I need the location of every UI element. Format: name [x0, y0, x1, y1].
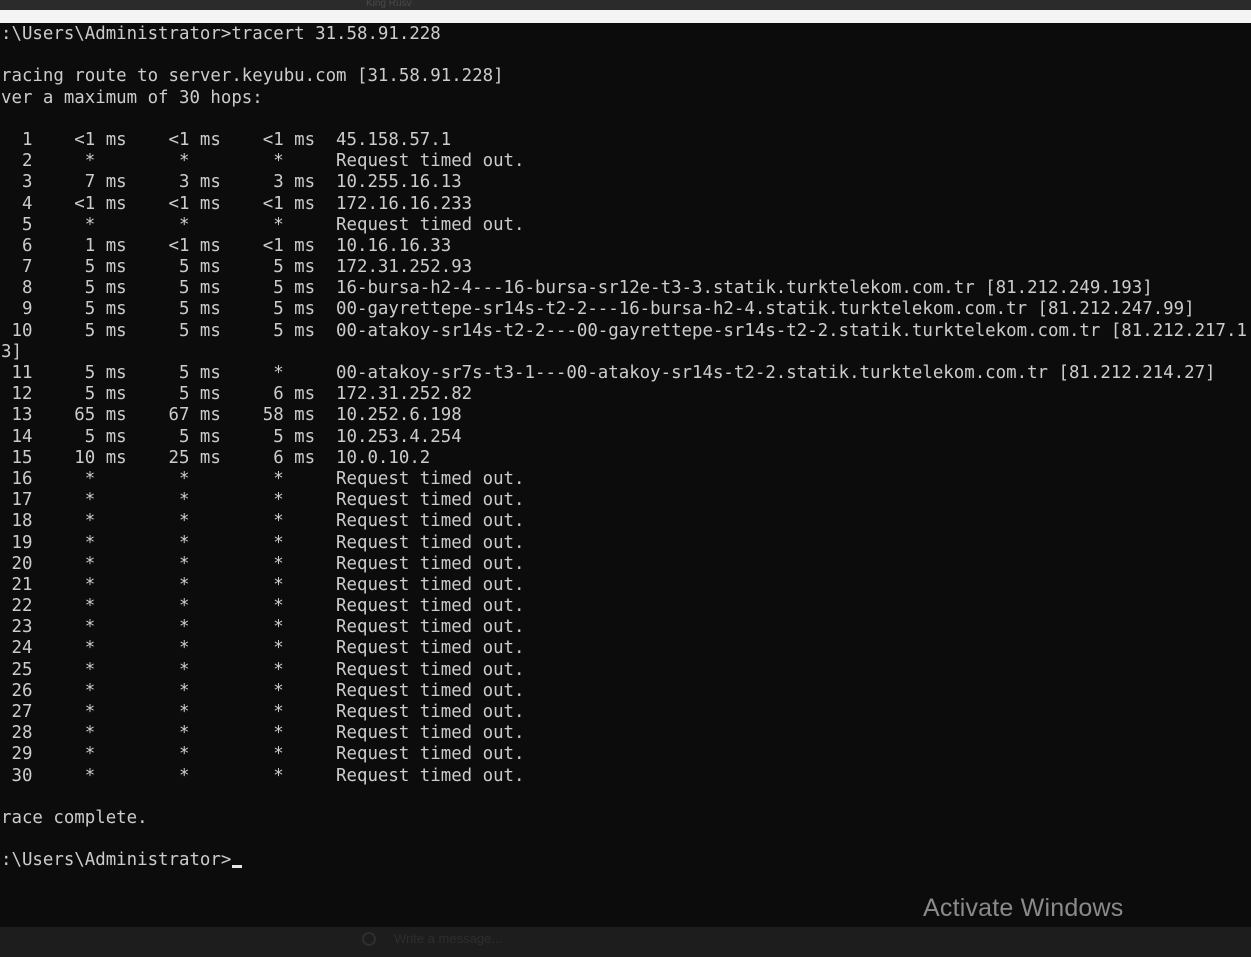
console-line: 10 5 ms 5 ms 5 ms 00-atakoy-sr14s-t2-2--…	[1, 320, 1247, 341]
console-line: 12 5 ms 5 ms 6 ms 172.31.252.82	[1, 384, 473, 405]
bottom-bar: Write a message...	[0, 927, 1251, 957]
console-line: :\Users\Administrator>tracert 31.58.91.2…	[1, 24, 441, 44]
console-line: racing route to server.keyubu.com [31.58…	[1, 66, 504, 87]
console-line: 2 * * * Request timed out.	[1, 151, 525, 172]
console-line: 5 * * * Request timed out.	[1, 214, 525, 235]
console-output: :\Users\Administrator>tracert 31.58.91.2…	[1, 24, 1247, 872]
console-line: 1 <1 ms <1 ms <1 ms 45.158.57.1	[1, 129, 452, 150]
console-window[interactable]: :\Users\Administrator>tracert 31.58.91.2…	[0, 23, 1251, 927]
console-line: 14 5 ms 5 ms 5 ms 10.253.4.254	[1, 426, 462, 447]
console-prompt-line[interactable]: :\Users\Administrator>	[1, 850, 1247, 871]
console-line: 7 5 ms 5 ms 5 ms 172.31.252.93	[1, 257, 473, 278]
console-line: 21 * * * Request timed out.	[1, 574, 525, 595]
console-line: race complete.	[1, 807, 148, 828]
ghost-overlay: Write a message...	[362, 931, 502, 946]
console-line: 17 * * * Request timed out.	[1, 490, 525, 511]
console-line: 19 * * * Request timed out.	[1, 532, 525, 553]
console-line: 18 * * * Request timed out.	[1, 511, 525, 532]
console-line: 3 7 ms 3 ms 3 ms 10.255.16.13	[1, 172, 462, 193]
console-line: 16 * * * Request timed out.	[1, 468, 525, 489]
ghost-message-text: Write a message...	[394, 931, 503, 946]
console-line: 27 * * * Request timed out.	[1, 702, 525, 722]
console-line: 8 5 ms 5 ms 5 ms 16-bursa-h2-4---16-burs…	[1, 278, 1153, 299]
console-line: 29 * * * Request timed out.	[1, 744, 525, 765]
console-line: 25 * * * Request timed out.	[1, 659, 525, 680]
console-line: 3]	[1, 341, 22, 362]
window-title-fragment: King Rusv	[366, 0, 412, 9]
console-line: 26 * * * Request timed out.	[1, 680, 525, 701]
console-line: 13 65 ms 67 ms 58 ms 10.252.6.198	[1, 405, 462, 426]
window-title-strip: King Rusv	[0, 0, 1251, 10]
console-line: 6 1 ms <1 ms <1 ms 10.16.16.33	[1, 235, 452, 256]
console-line: 23 * * * Request timed out.	[1, 617, 525, 638]
console-line: 28 * * * Request timed out.	[1, 723, 525, 744]
console-line: 15 10 ms 25 ms 6 ms 10.0.10.2	[1, 447, 431, 468]
attach-icon	[362, 931, 376, 946]
console-line: ver a maximum of 30 hops:	[1, 87, 263, 108]
console-line: 11 5 ms 5 ms * 00-atakoy-sr7s-t3-1---00-…	[1, 363, 1216, 383]
window-titlebar-band	[0, 10, 1251, 23]
console-prompt: :\Users\Administrator>	[1, 850, 232, 871]
console-line: 4 <1 ms <1 ms <1 ms 172.16.16.233	[1, 193, 473, 214]
console-line: 22 * * * Request timed out.	[1, 596, 525, 617]
console-line: 24 * * * Request timed out.	[1, 638, 525, 659]
text-cursor	[232, 865, 243, 869]
activate-windows-watermark: Activate Windows	[923, 894, 1124, 922]
console-line: 9 5 ms 5 ms 5 ms 00-gayrettepe-sr14s-t2-…	[1, 299, 1195, 320]
console-line: 30 * * * Request timed out.	[1, 765, 525, 786]
console-line: 20 * * * Request timed out.	[1, 553, 525, 574]
